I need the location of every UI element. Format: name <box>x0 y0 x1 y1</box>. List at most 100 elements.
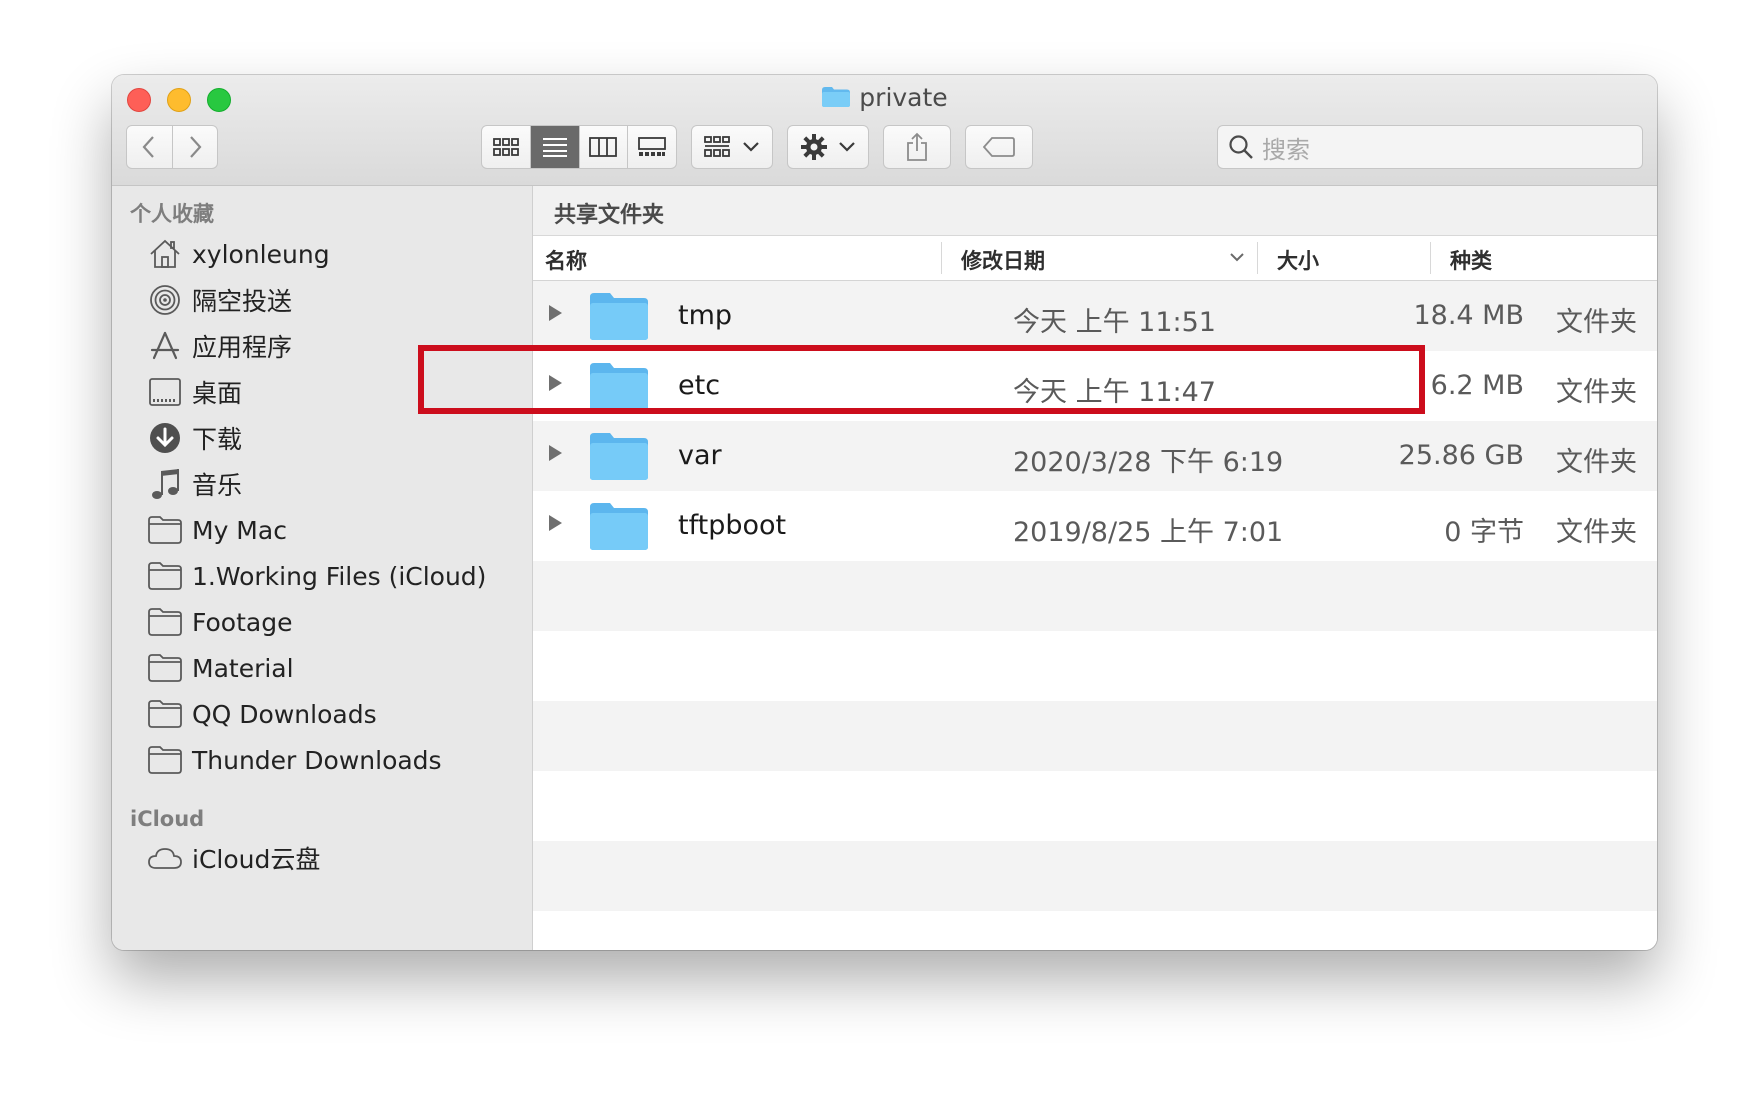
path-bar: 共享文件夹 <box>533 186 1657 236</box>
column-name-header[interactable]: 名称 <box>545 245 587 275</box>
chevron-left-icon <box>142 136 155 158</box>
disclosure-triangle-icon[interactable] <box>549 375 562 391</box>
file-kind: 文件夹 <box>1556 377 1637 408</box>
search-placeholder: 搜索 <box>1262 135 1310 164</box>
file-row[interactable]: tmp 今天 上午 11:51 18.4 MB 文件夹 <box>533 281 1657 351</box>
download-icon <box>148 422 182 454</box>
empty-row-stripe <box>533 911 1657 950</box>
chevron-down-icon <box>839 142 855 152</box>
sidebar-item-applications[interactable]: 应用程序 <box>148 326 292 366</box>
empty-row-stripe <box>533 631 1657 701</box>
file-name: tftpboot <box>678 510 787 541</box>
sidebar-item-label: 下载 <box>192 425 243 454</box>
sidebar-item-label: 桌面 <box>192 379 243 408</box>
toolbar: private 搜索 <box>112 75 1657 186</box>
file-row[interactable]: tftpboot 2019/8/25 上午 7:01 0 字节 文件夹 <box>533 491 1657 561</box>
sidebar-item-label: Thunder Downloads <box>192 745 442 775</box>
file-row[interactable]: etc 今天 上午 11:47 6.2 MB 文件夹 <box>533 351 1657 421</box>
group-by-button[interactable] <box>691 125 773 169</box>
group-icon <box>704 136 730 157</box>
forward-button[interactable] <box>171 126 218 168</box>
disclosure-triangle-icon[interactable] <box>549 305 562 321</box>
empty-row-stripe <box>533 701 1657 771</box>
window-title: private <box>859 83 948 112</box>
folder-icon <box>148 698 182 730</box>
music-icon <box>148 468 182 500</box>
file-name: tmp <box>678 300 733 331</box>
sidebar-item-my-mac[interactable]: My Mac <box>148 510 287 550</box>
chevron-down-icon <box>743 142 759 152</box>
file-row[interactable]: var 2020/3/28 下午 6:19 25.86 GB 文件夹 <box>533 421 1657 491</box>
sidebar-item-downloads[interactable]: 下载 <box>148 418 242 458</box>
sidebar-item-label: QQ Downloads <box>192 699 377 729</box>
file-size: 25.86 GB <box>1398 440 1524 471</box>
folder-icon <box>148 744 182 776</box>
airdrop-icon <box>148 284 182 316</box>
empty-row-stripe <box>533 841 1657 911</box>
folder-icon <box>148 560 182 592</box>
file-size: 0 字节 <box>1444 517 1524 548</box>
sidebar-item-label: 1.Working Files (iCloud) <box>192 561 487 591</box>
icon-view-icon <box>492 138 519 156</box>
column-divider[interactable] <box>941 242 942 274</box>
tags-button[interactable] <box>965 125 1033 169</box>
file-size: 6.2 MB <box>1430 370 1524 401</box>
sidebar-item-label: My Mac <box>192 515 287 545</box>
icon-view-button[interactable] <box>482 126 530 168</box>
list-view-icon <box>542 138 567 157</box>
sidebar-item-label: Material <box>192 653 294 683</box>
sidebar-item-desktop[interactable]: 桌面 <box>148 372 242 412</box>
column-kind-header[interactable]: 种类 <box>1450 245 1492 275</box>
gallery-view-button[interactable] <box>627 126 676 168</box>
share-button[interactable] <box>883 125 951 169</box>
window-title-bar: private <box>112 83 1657 112</box>
sidebar-item-home[interactable]: xylonleung <box>148 234 330 274</box>
action-menu-button[interactable] <box>787 125 869 169</box>
icloud-header: iCloud <box>130 807 205 831</box>
sidebar-item-material[interactable]: Material <box>148 648 294 688</box>
column-view-icon <box>589 137 618 157</box>
list-view-button[interactable] <box>529 126 579 168</box>
sidebar-item-thunder-downloads[interactable]: Thunder Downloads <box>148 740 442 780</box>
search-field[interactable]: 搜索 <box>1217 125 1643 169</box>
sidebar-item-airdrop[interactable]: 隔空投送 <box>148 280 292 320</box>
file-kind: 文件夹 <box>1556 447 1637 478</box>
file-name: etc <box>678 370 721 401</box>
folder-icon <box>590 503 648 550</box>
gear-icon <box>801 134 827 160</box>
sidebar-item-working-files[interactable]: 1.Working Files (iCloud) <box>148 556 486 596</box>
folder-icon <box>590 363 648 410</box>
sidebar-item-icloud-drive[interactable]: iCloud云盘 <box>148 838 320 878</box>
sidebar-item-label: xylonleung <box>192 239 330 269</box>
column-divider[interactable] <box>1257 242 1258 274</box>
column-size-header[interactable]: 大小 <box>1277 245 1319 275</box>
home-icon <box>148 238 182 270</box>
folder-icon <box>590 293 648 340</box>
finder-window: private 搜索 个人收藏 xylonleung 隔空投送 应用程序 桌面 … <box>112 75 1657 950</box>
gallery-view-icon <box>638 137 667 156</box>
column-date-header[interactable]: 修改日期 <box>961 245 1045 275</box>
back-button[interactable] <box>127 126 172 168</box>
sidebar-item-label: Footage <box>192 607 293 637</box>
column-view-button[interactable] <box>578 126 628 168</box>
sort-chevron-down-icon <box>1230 253 1244 262</box>
disclosure-triangle-icon[interactable] <box>549 445 562 461</box>
disclosure-triangle-icon[interactable] <box>549 515 562 531</box>
favorites-header: 个人收藏 <box>130 202 214 226</box>
path-bar-label: 共享文件夹 <box>554 203 665 228</box>
cloud-icon <box>148 842 182 874</box>
file-kind: 文件夹 <box>1556 307 1637 338</box>
folder-icon <box>590 433 648 480</box>
file-size: 18.4 MB <box>1413 300 1524 331</box>
tag-icon <box>983 137 1015 157</box>
sidebar-item-music[interactable]: 音乐 <box>148 464 242 504</box>
empty-row-stripe <box>533 771 1657 841</box>
sidebar-item-qq-downloads[interactable]: QQ Downloads <box>148 694 377 734</box>
folder-icon <box>148 652 182 684</box>
sidebar-item-label: 隔空投送 <box>192 287 293 316</box>
file-date: 今天 上午 11:51 <box>1013 307 1216 338</box>
sidebar-item-footage[interactable]: Footage <box>148 602 292 642</box>
view-mode-control <box>481 125 677 169</box>
desktop-icon <box>148 376 182 408</box>
column-divider[interactable] <box>1430 242 1431 274</box>
